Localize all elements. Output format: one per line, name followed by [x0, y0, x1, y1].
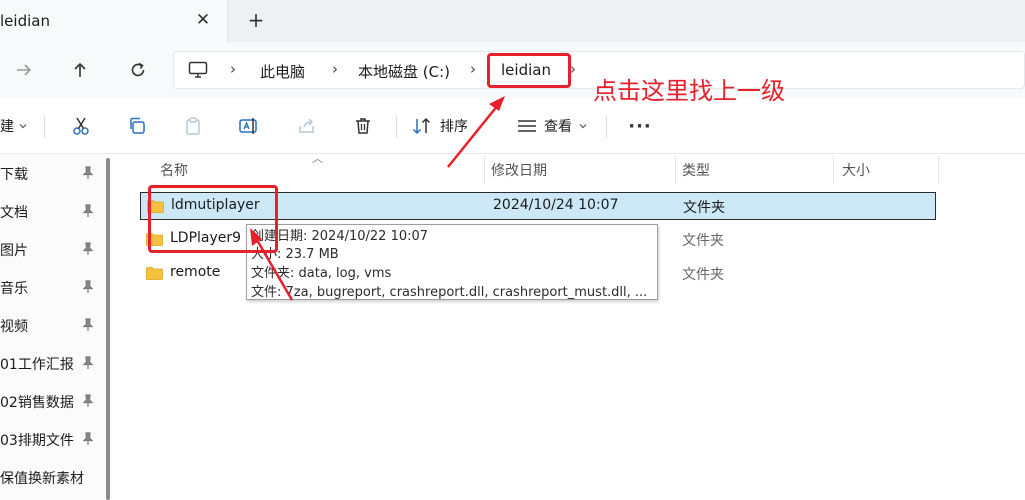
highlight-box-folder [148, 185, 278, 253]
chevron-down-icon [19, 124, 27, 129]
copy-button[interactable] [124, 112, 150, 140]
sidebar-item-schedule-files[interactable]: 03排期文件 [0, 424, 100, 454]
new-button-label: 建 [0, 119, 14, 135]
copy-icon [130, 117, 145, 134]
pin-icon [82, 242, 94, 255]
scissors-icon [73, 117, 89, 135]
breadcrumb-local-disk[interactable]: 本地磁盘 (C:) [358, 61, 450, 82]
file-name: remote [170, 264, 221, 280]
breadcrumb-this-pc[interactable]: 此电脑 [260, 61, 305, 82]
arrow-up-icon [74, 62, 86, 77]
view-label: 查看 [544, 119, 572, 135]
trash-icon [356, 118, 370, 134]
sidebar-item-label: 保值换新素材 [0, 471, 84, 487]
pin-icon [82, 280, 94, 293]
tooltip-files: 文件: 7za, bugreport, crashreport.dll, cra… [251, 285, 648, 300]
sidebar-item-label: 01工作汇报 [0, 357, 74, 373]
rename-button[interactable] [236, 112, 262, 140]
clipboard-icon [186, 117, 200, 135]
share-icon [299, 118, 314, 133]
column-divider[interactable] [484, 156, 485, 184]
sidebar-item-work-report[interactable]: 01工作汇报 [0, 348, 100, 378]
share-button[interactable] [294, 112, 320, 140]
pin-icon [82, 204, 94, 217]
monitor-icon [188, 61, 208, 78]
delete-button[interactable] [350, 112, 376, 140]
folder-icon [146, 267, 163, 280]
sidebar-item-label: 下载 [0, 167, 28, 183]
sort-ascending-icon: ︿ [312, 152, 323, 165]
list-view-icon [518, 120, 536, 132]
more-icon: ··· [628, 115, 652, 137]
sidebar-item-label: 图片 [0, 243, 28, 259]
sidebar-item-music[interactable]: 音乐 [0, 272, 100, 302]
sidebar-item-label: 音乐 [0, 281, 28, 297]
pin-icon [82, 394, 94, 407]
sidebar-item-trade-in-assets[interactable]: 保值换新素材 [0, 462, 100, 492]
sidebar-item-videos[interactable]: 视频 [0, 310, 100, 340]
column-divider[interactable] [833, 156, 834, 184]
sort-button[interactable]: 排序 [412, 112, 468, 140]
sort-label: 排序 [440, 119, 468, 135]
toolbar-divider [606, 116, 607, 138]
refresh-icon [131, 62, 145, 77]
chevron-down-icon [579, 124, 587, 129]
sidebar-item-label: 文档 [0, 205, 28, 221]
new-tab-button[interactable]: + [244, 8, 268, 32]
forward-button[interactable] [10, 56, 38, 84]
column-header-type[interactable]: 类型 [682, 160, 710, 180]
file-type: 文件夹 [682, 233, 724, 249]
tooltip-folders: 文件夹: data, log, vms [251, 266, 392, 281]
view-button[interactable]: 查看 [516, 112, 588, 140]
sidebar-item-label: 视频 [0, 319, 28, 335]
command-bar: 建 排序 查看 ··· [0, 98, 1025, 154]
close-icon[interactable]: ✕ [192, 9, 214, 31]
tab-title: leidian [0, 12, 50, 30]
sidebar-item-downloads[interactable]: 下载 [0, 158, 100, 188]
annotation-text: 点击这里找上一级 [593, 77, 785, 105]
tab-leidian[interactable]: leidian ✕ [0, 0, 228, 42]
pin-icon [82, 356, 94, 369]
sidebar-item-pictures[interactable]: 图片 [0, 234, 100, 264]
file-type: 文件夹 [683, 200, 725, 216]
column-divider[interactable] [938, 156, 939, 184]
column-header-modified[interactable]: 修改日期 [491, 160, 547, 180]
tab-bar: leidian ✕ + [0, 0, 1025, 42]
file-modified: 2024/10/24 10:07 [493, 197, 619, 213]
more-options-button[interactable]: ··· [626, 112, 654, 140]
highlight-box-breadcrumb [487, 53, 571, 88]
sidebar-item-label: 03排期文件 [0, 433, 74, 449]
sort-icon [412, 117, 431, 135]
rename-icon [239, 118, 257, 134]
column-header-name[interactable]: 名称 [160, 160, 188, 180]
pin-icon [82, 166, 94, 179]
cut-button[interactable] [68, 112, 94, 140]
sidebar-item-label: 02销售数据 [0, 395, 74, 411]
pin-icon [82, 318, 94, 331]
breadcrumb-separator[interactable]: › [332, 60, 338, 78]
sidebar-item-sales-data[interactable]: 02销售数据 [0, 386, 100, 416]
column-divider[interactable] [675, 156, 676, 184]
column-header-size[interactable]: 大小 [842, 160, 870, 180]
breadcrumb-separator[interactable]: › [470, 60, 476, 78]
pin-icon [82, 432, 94, 445]
arrow-right-icon [17, 64, 32, 76]
folder-info-tooltip: 创建日期: 2024/10/22 10:07 大小: 23.7 MB 文件夹: … [246, 224, 658, 300]
refresh-button[interactable] [124, 56, 152, 84]
sidebar-item-documents[interactable]: 文档 [0, 196, 100, 226]
paste-button[interactable] [180, 112, 206, 140]
toolbar-divider [396, 116, 397, 138]
up-button[interactable] [66, 56, 94, 84]
breadcrumb-separator[interactable]: › [230, 60, 236, 78]
navigation-pane: 下载 文档 图片 音乐 视频 01工作汇报 02销售数据 03排期文件 保值换新… [0, 154, 112, 500]
toolbar-divider [44, 116, 45, 138]
new-button[interactable]: 建 [0, 112, 28, 140]
sidebar-scrollbar[interactable] [106, 158, 110, 500]
file-type: 文件夹 [682, 267, 724, 283]
